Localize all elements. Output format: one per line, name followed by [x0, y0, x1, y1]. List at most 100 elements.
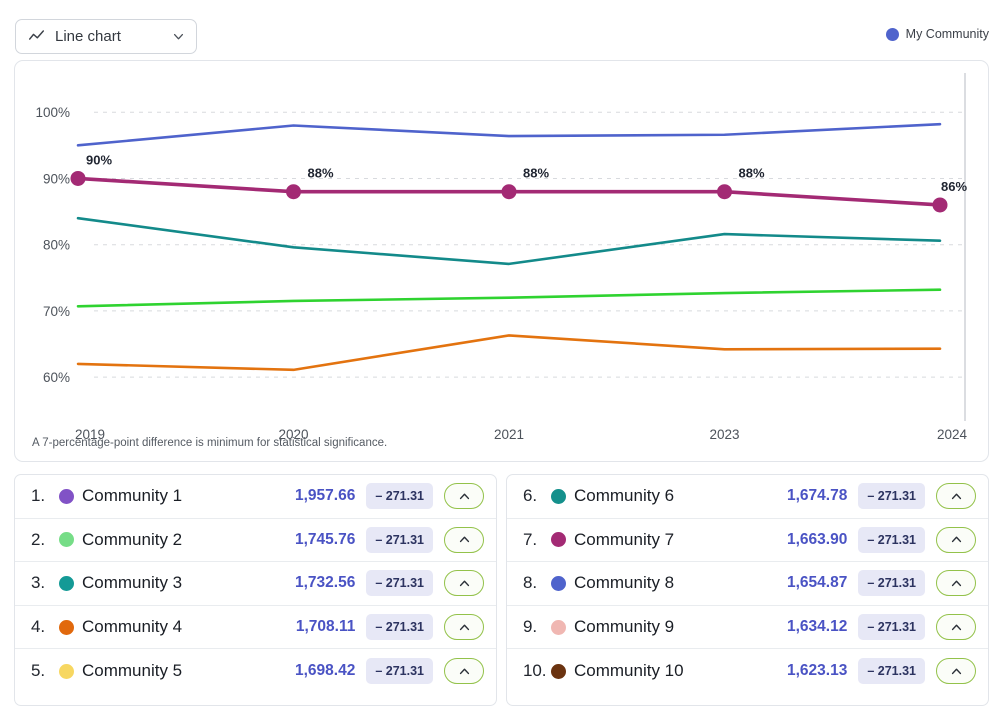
community-value: 1,708.11: [295, 618, 356, 636]
community-comparison-page: Line chart My Community 60% 70% 80% 90% 100%…: [0, 0, 1003, 714]
trend-toggle-button[interactable]: [936, 526, 976, 553]
x-axis-tick-label: 2021: [494, 427, 524, 442]
rank-label: 4.: [31, 617, 45, 637]
chevron-up-icon: [950, 577, 963, 590]
list-item[interactable]: 8. Community 8 1,654.87 – 271.31: [507, 562, 988, 606]
chevron-up-icon: [950, 490, 963, 503]
community-name: Community 9: [574, 617, 675, 637]
chevron-up-icon: [458, 490, 471, 503]
trend-toggle-button[interactable]: [444, 483, 484, 510]
y-axis-tick-label: 90%: [43, 171, 70, 186]
rank-label: 10.: [523, 661, 547, 681]
delta-badge: – 271.31: [858, 614, 925, 641]
community-value: 1,654.87: [786, 574, 848, 592]
chevron-up-icon: [458, 533, 471, 546]
line-chart-card: 60% 70% 80% 90% 100% 2019 2020 2021 2023 2024 90% 8…: [14, 60, 989, 462]
delta-badge: – 271.31: [858, 526, 925, 553]
list-item[interactable]: 6. Community 6 1,674.78 – 271.31: [507, 475, 988, 519]
community-name: Community 7: [574, 529, 675, 549]
chart-point-label: 90%: [86, 152, 112, 167]
delta-badge: – 271.31: [366, 483, 433, 510]
community-name: Community 6: [574, 486, 675, 506]
y-axis-tick-label: 70%: [43, 304, 70, 319]
chart-data-point[interactable]: [286, 184, 301, 200]
delta-badge: – 271.31: [366, 614, 433, 641]
trend-toggle-button[interactable]: [936, 483, 976, 510]
trend-toggle-button[interactable]: [444, 658, 484, 685]
community-name: Community 3: [82, 573, 183, 593]
community-color-dot: [551, 663, 566, 679]
list-item[interactable]: 1. Community 1 1,957.66 – 271.31: [15, 475, 496, 519]
trend-toggle-button[interactable]: [936, 658, 976, 685]
community-color-dot: [551, 575, 566, 591]
trend-toggle-button[interactable]: [444, 614, 484, 641]
community-color-dot: [551, 488, 566, 504]
community-value: 1,745.76: [294, 530, 356, 548]
chart-type-select[interactable]: Line chart: [15, 19, 197, 54]
rank-label: 1.: [31, 486, 45, 506]
trend-toggle-button[interactable]: [936, 570, 976, 597]
community-value: 1,663.90: [786, 530, 848, 548]
chevron-up-icon: [950, 533, 963, 546]
chevron-down-icon[interactable]: [172, 30, 185, 43]
legend-color-dot: [885, 27, 899, 41]
community-value: 1,634.12: [786, 618, 848, 636]
y-axis-tick-label: 60%: [43, 370, 70, 385]
community-value: 1,957.66: [294, 487, 356, 505]
community-color-dot: [551, 532, 566, 548]
chart-legend: My Community: [885, 27, 989, 41]
chart-line-community-2[interactable]: [76, 288, 942, 308]
trend-toggle-button[interactable]: [936, 614, 976, 641]
trend-toggle-button[interactable]: [444, 526, 484, 553]
chart-line-community-6[interactable]: [76, 216, 942, 266]
delta-badge: – 271.31: [366, 570, 433, 597]
chart-data-point[interactable]: [501, 184, 517, 200]
community-color-dot: [551, 619, 566, 635]
line-chart[interactable]: 60%70%80%90%100%2019 2020 2021 2023 202490%8…: [15, 61, 990, 463]
community-color-dot: [59, 619, 74, 635]
chart-footnote: A 7-percentage-point difference is minim…: [32, 437, 388, 449]
community-name: Community 2: [82, 529, 183, 549]
toolbar: Line chart My Community: [0, 0, 1003, 60]
chart-line-community-8[interactable]: [76, 122, 942, 147]
community-name: Community 10: [574, 661, 684, 681]
list-item[interactable]: 5. Community 5 1,698.42 – 271.31: [15, 649, 496, 693]
community-color-dot: [59, 488, 74, 504]
chart-point-label: 88%: [523, 166, 549, 181]
chevron-up-icon: [458, 621, 471, 634]
chart-point-label: 88%: [739, 166, 765, 181]
list-item[interactable]: 2. Community 2 1,745.76 – 271.31: [15, 519, 496, 563]
chart-data-point[interactable]: [70, 170, 86, 186]
chevron-up-icon: [950, 621, 963, 634]
chevron-up-icon: [458, 665, 471, 678]
chart-type-label: Line chart: [55, 28, 121, 45]
delta-badge: – 271.31: [858, 483, 925, 510]
rank-label: 8.: [523, 573, 537, 593]
rank-label: 5.: [31, 661, 45, 681]
trend-toggle-button[interactable]: [444, 570, 484, 597]
community-value: 1,698.42: [294, 662, 356, 680]
community-value: 1,732.56: [294, 574, 356, 592]
chart-data-point[interactable]: [932, 197, 948, 213]
rank-label: 9.: [523, 617, 537, 637]
list-item[interactable]: 10. Community 10 1,623.13 – 271.31: [507, 649, 988, 693]
community-value: 1,623.13: [786, 662, 848, 680]
list-item[interactable]: 3. Community 3 1,732.56 – 271.31: [15, 562, 496, 606]
community-color-dot: [59, 532, 74, 548]
y-axis-tick-label: 100%: [35, 105, 70, 120]
list-item[interactable]: 9. Community 9 1,634.12 – 271.31: [507, 606, 988, 650]
community-value: 1,674.78: [786, 487, 848, 505]
list-item[interactable]: 4. Community 4 1,708.11 – 271.31: [15, 606, 496, 650]
legend-label: My Community: [905, 27, 989, 41]
line-chart-icon: [28, 28, 45, 45]
chart-point-label: 88%: [308, 166, 334, 181]
community-name: Community 8: [574, 573, 675, 593]
community-name: Community 5: [82, 661, 183, 681]
chart-line-community-4[interactable]: [76, 334, 942, 372]
chevron-up-icon: [950, 665, 963, 678]
rank-label: 3.: [31, 573, 45, 593]
delta-badge: – 271.31: [858, 570, 925, 597]
x-axis-tick-label: 2024: [937, 427, 968, 442]
chart-data-point[interactable]: [717, 184, 732, 200]
list-item[interactable]: 7. Community 7 1,663.90 – 271.31: [507, 519, 988, 563]
